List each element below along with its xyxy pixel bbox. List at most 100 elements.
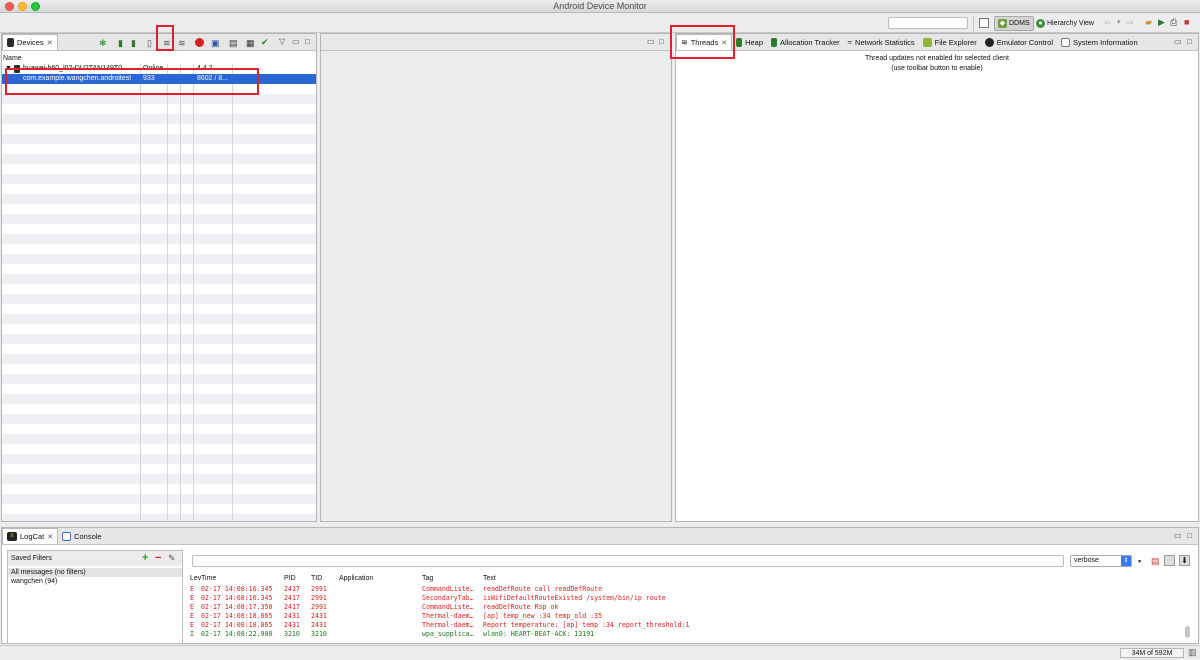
tab-system-information[interactable]: System Information [1057, 34, 1142, 50]
column-header-name: Name [3, 55, 22, 62]
column-header-tag[interactable]: Tag [422, 574, 433, 584]
log-row[interactable]: E 02-17 14:08:17.350 2417 2991 CommandListe…… [190, 603, 1194, 612]
log-row[interactable]: E 02-17 14:08:18.865 2431 2431 Thermal-daem…… [190, 621, 1194, 630]
minimize-panel-icon[interactable]: ▭ [1174, 37, 1182, 46]
allocation-icon [771, 37, 778, 47]
view-menu-icon[interactable]: ▽ [279, 37, 285, 46]
log-row[interactable]: E 02-17 14:08:16.345 2417 2991 SecondaryTab…… [190, 594, 1194, 603]
stop-process-icon[interactable] [195, 38, 204, 47]
log-cell-time: 02-17 14:08:16.345 [201, 594, 273, 602]
update-heap-icon[interactable]: ▮ [118, 38, 123, 49]
android-icon: ◆ [998, 19, 1007, 28]
saved-filters-label: Saved Filters [11, 555, 52, 562]
android-icon [922, 37, 932, 47]
log-cell-time: 02-17 14:08:17.350 [201, 603, 273, 611]
tab-logcat[interactable]: ≡ LogCat ✕ [2, 528, 59, 544]
dump-hprof-icon[interactable]: ▮ [131, 38, 136, 49]
screen-capture-icon[interactable]: ▣ [211, 38, 220, 49]
log-cell-pid: 2431 [284, 612, 300, 620]
log-scrollbar[interactable] [1185, 626, 1190, 638]
tab-console-label: Console [74, 531, 102, 541]
close-icon[interactable]: ✕ [47, 39, 53, 47]
window-title-bar: Android Device Monitor [0, 0, 1200, 13]
cause-gc-icon[interactable]: ▯ [147, 38, 152, 49]
logcat-panel: ≡ LogCat ✕ Console ▭ □ Saved Filters + −… [1, 527, 1199, 644]
tab-console[interactable]: Console [58, 528, 106, 544]
log-cell-level: E [190, 621, 194, 629]
close-icon[interactable]: ✕ [47, 533, 53, 541]
trash-gc-icon[interactable]: ▥ [1188, 647, 1197, 658]
tab-allocation-tracker[interactable]: Allocation Tracker [767, 34, 844, 50]
log-table-header: Lev Time PID TID Application Tag Text [190, 574, 1194, 584]
status-bar [0, 645, 1200, 660]
log-cell-text: wlan0: HEART-BEAT-ACK: 13191 [483, 630, 595, 638]
perspective-ddms[interactable]: ◆ DDMS [994, 16, 1034, 31]
log-level-select[interactable]: verbose ⇕ [1070, 555, 1132, 567]
log-cell-tid: 2991 [311, 585, 327, 593]
close-window-button[interactable] [5, 2, 14, 11]
log-cell-level: E [190, 603, 194, 611]
saved-filters-header: Saved Filters + − ✎ [8, 551, 182, 566]
maximize-panel-icon[interactable]: □ [305, 37, 310, 46]
column-header-pid[interactable]: PID [284, 574, 296, 584]
run-icon[interactable]: ▶ [1158, 17, 1165, 28]
toggle-filters-icon[interactable] [1164, 555, 1175, 566]
maximize-panel-icon[interactable]: □ [659, 37, 664, 46]
log-cell-tid: 2431 [311, 621, 327, 629]
quick-access-input[interactable] [888, 17, 968, 29]
tab-heap[interactable]: Heap [732, 34, 767, 50]
log-cell-tid: 2991 [311, 603, 327, 611]
dump-view-hierarchy-icon[interactable]: ▤ [229, 38, 238, 49]
perspective-hierarchy-view[interactable]: ● Hierarchy View [1033, 16, 1097, 31]
minimize-panel-icon[interactable]: ▭ [647, 37, 655, 46]
column-header-level[interactable]: Lev [190, 574, 201, 584]
tab-network-statistics[interactable]: ≈ Network Statistics [844, 34, 919, 50]
column-header-text[interactable]: Text [483, 574, 496, 584]
editor-area-panel: ▭ □ [320, 33, 672, 522]
column-header-application[interactable]: Application [339, 574, 373, 584]
log-level-value: verbose [1074, 557, 1099, 564]
forward-nav-icon[interactable]: ⇨ [1127, 18, 1134, 27]
add-filter-icon[interactable]: + [142, 552, 148, 564]
log-row[interactable]: E 02-17 14:08:16.345 2417 2991 CommandListe…… [190, 585, 1194, 594]
column-header-tid[interactable]: TID [311, 574, 322, 584]
bottom-tabbar: ≡ LogCat ✕ Console [2, 528, 1198, 545]
perspective-ddms-label: DDMS [1009, 20, 1030, 27]
log-row[interactable]: I 02-17 14:08:22.900 3210 3210 wpa_supplica…… [190, 630, 1194, 639]
minimize-panel-icon[interactable]: ▭ [1174, 531, 1182, 540]
capture-opengl-icon[interactable]: ▦ [246, 38, 255, 49]
folder-icon[interactable]: ▰ [1145, 17, 1152, 28]
save-log-icon[interactable]: ▪ [1138, 556, 1141, 566]
hierarchy-view-icon: ● [1036, 19, 1045, 28]
tab-file-explorer[interactable]: File Explorer [919, 34, 981, 50]
log-cell-level: I [190, 630, 194, 638]
remove-filter-icon[interactable]: − [155, 552, 161, 564]
export-icon[interactable]: ⎙ [1170, 17, 1177, 28]
start-method-profiling-icon[interactable]: ≋ [178, 38, 186, 49]
stop-icon[interactable]: ■ [1184, 17, 1189, 27]
log-row[interactable]: E 02-17 14:08:18.865 2431 2431 Thermal-daem…… [190, 612, 1194, 621]
scroll-lock-icon[interactable]: ⬇ [1179, 555, 1190, 566]
maximize-panel-icon[interactable]: □ [1187, 37, 1192, 46]
tab-emulator-control[interactable]: Emulator Control [981, 34, 1057, 50]
highlight-threads-tab [670, 25, 735, 59]
debug-process-icon[interactable]: ✱ [99, 38, 107, 49]
logcat-search-input[interactable] [192, 555, 1064, 567]
edit-filter-icon[interactable]: ✎ [168, 553, 176, 564]
minimize-panel-icon[interactable]: ▭ [292, 37, 300, 46]
tab-devices-label: Devices [17, 38, 44, 47]
highlight-update-threads-button [156, 25, 174, 51]
column-header-time[interactable]: Time [201, 574, 216, 584]
minimize-window-button[interactable] [18, 2, 27, 11]
dropdown-arrow-icon[interactable]: ▾ [1117, 18, 1121, 26]
systrace-icon[interactable]: ✔ [261, 37, 269, 48]
open-perspective-icon[interactable] [979, 18, 989, 28]
tab-devices[interactable]: Devices ✕ [2, 34, 58, 50]
clear-log-icon[interactable]: ▤ [1151, 556, 1160, 567]
maximize-panel-icon[interactable]: □ [1187, 531, 1192, 540]
filter-item-all[interactable]: All messages (no filters) [8, 568, 182, 577]
zoom-window-button[interactable] [31, 2, 40, 11]
filter-item-wangchen[interactable]: wangchen (94) [8, 577, 182, 586]
back-nav-icon[interactable]: ⇦ [1104, 18, 1111, 27]
log-cell-tag: Thermal-daem… [422, 621, 474, 629]
